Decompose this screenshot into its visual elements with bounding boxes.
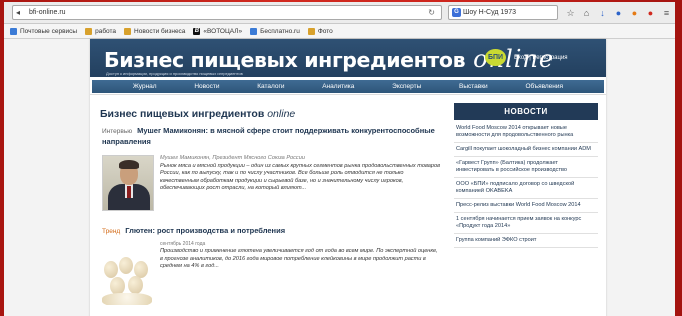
star-icon[interactable]: ☆: [566, 8, 575, 18]
bookmark-item[interactable]: B «ВОТОЦАЛ»: [193, 27, 243, 35]
bookmark-item[interactable]: Новости бизнеса: [124, 27, 186, 35]
article-meta: Мушег Мамиконян, Президент Мясного Союза…: [160, 155, 305, 161]
page-title-suffix: online: [267, 108, 296, 120]
nav-item-catalogs[interactable]: Каталоги: [257, 83, 284, 90]
page-icon: [250, 27, 258, 35]
article-title-link[interactable]: Мушег Мамиконян: в мясной сфере стоит по…: [102, 126, 435, 146]
main-nav: Журнал Новости Каталоги Аналитика Экспер…: [90, 77, 606, 95]
login-register-link[interactable]: Вход | Регистрация: [514, 55, 568, 61]
folder-icon: [307, 27, 315, 35]
folder-icon: [85, 27, 93, 35]
address-bar[interactable]: ◂ bfi-online.ru ↻: [12, 5, 442, 20]
article-excerpt: Мушег Мамиконян, Президент Мясного Союза…: [160, 155, 442, 193]
nav-item-news[interactable]: Новости: [194, 83, 219, 90]
bookmark-item[interactable]: Бесплатно.ru: [250, 27, 300, 35]
page-content: Бизнес пищевых ингредиентов online Интер…: [90, 95, 606, 316]
folder-icon: [124, 27, 132, 35]
news-item[interactable]: World Food Moscow 2014 открывает новые в…: [454, 120, 598, 143]
browser-toolbar: ◂ bfi-online.ru ↻ G Шоу Н-Суд 1973 ☆ ⌂ ↓…: [4, 2, 675, 24]
bookmarks-bar: Почтовые сервисы работа Новости бизнеса …: [4, 24, 675, 39]
news-sidebar-title: НОВОСТИ: [454, 103, 598, 120]
bookmark-label: Бесплатно.ru: [260, 27, 300, 35]
bookmark-item[interactable]: Фото: [307, 27, 333, 35]
article2-photo[interactable]: [100, 243, 156, 305]
nav-item-experts[interactable]: Эксперты: [392, 83, 421, 90]
article2-date: сентябрь 2014 года: [160, 241, 206, 247]
site-tagline: Доступ к информации, продукция и произво…: [106, 71, 243, 76]
web-page: Бизнес пищевых ингредиентов online Доступ…: [90, 39, 606, 316]
article2-category[interactable]: Тренд: [102, 228, 120, 235]
article2-headline: Тренд Глютен: рост производства и потребл…: [102, 226, 285, 235]
article-photo[interactable]: [102, 155, 154, 211]
download-icon[interactable]: ↓: [598, 8, 607, 18]
site-header: Бизнес пищевых ингредиентов online Доступ…: [90, 39, 606, 77]
news-sidebar: НОВОСТИ World Food Moscow 2014 открывает…: [454, 103, 598, 248]
news-item[interactable]: Пресс-релиз выставки World Food Moscow 2…: [454, 199, 598, 213]
menu-icon[interactable]: ≡: [662, 8, 671, 18]
address-url: bfi-online.ru: [29, 9, 66, 16]
bpi-badge-icon[interactable]: БПИ: [485, 49, 506, 66]
bookmark-label: Почтовые сервисы: [20, 27, 78, 35]
bookmark-label: работа: [95, 27, 117, 35]
search-box[interactable]: G Шоу Н-Суд 1973: [448, 5, 558, 20]
bookmark-label: Фото: [317, 27, 333, 35]
nav-item-exhibitions[interactable]: Выставки: [459, 83, 488, 90]
bookmark-label: Новости бизнеса: [134, 27, 186, 35]
article-category[interactable]: Интервью: [102, 128, 132, 135]
nav-item-ads[interactable]: Объявления: [525, 83, 563, 90]
article-headline: Интервью Мушег Мамиконян: в мясной сфере …: [102, 126, 442, 147]
reload-icon[interactable]: ↻: [428, 6, 435, 19]
home-icon[interactable]: ⌂: [582, 8, 591, 18]
bookmark-label: «ВОТОЦАЛ»: [203, 27, 243, 35]
news-item[interactable]: 1 сентября начинается прием заявок на ко…: [454, 213, 598, 234]
news-item[interactable]: ООО «БПИ» подписало договор со шведской …: [454, 178, 598, 199]
news-item[interactable]: Cargill покупает шоколадный бизнес компа…: [454, 143, 598, 157]
logo-main-text: Бизнес пищевых ингредиентов: [104, 48, 466, 72]
search-engine-icon: G: [452, 8, 461, 17]
toolbar-icons: ☆ ⌂ ↓ ● ● ● ≡: [566, 6, 671, 20]
adblock-icon[interactable]: ●: [646, 8, 655, 18]
article-text: Рынок мяса и мясной продукции – один из …: [160, 162, 441, 192]
extension-icon[interactable]: ●: [630, 8, 639, 18]
bookmark-item[interactable]: Почтовые сервисы: [10, 27, 78, 35]
bookmark-icon: [10, 27, 17, 35]
article2-title-link[interactable]: Глютен: рост производства и потребления: [125, 226, 285, 235]
news-item[interactable]: «Гарвест Групп» (Балтика) продолжает инв…: [454, 157, 598, 178]
page-title-text: Бизнес пищевых ингредиентов: [100, 108, 265, 120]
article2-excerpt: Производство и применение глютена увелич…: [160, 248, 438, 270]
nav-item-analytics[interactable]: Аналитика: [322, 83, 354, 90]
back-icon[interactable]: ◂: [16, 6, 20, 19]
nav-item-journal[interactable]: Журнал: [133, 83, 157, 90]
news-item[interactable]: Группа компаний ЭФКО строит: [454, 234, 598, 248]
addon-icon[interactable]: ●: [614, 8, 623, 18]
page-title: Бизнес пищевых ингредиентов online: [100, 108, 295, 120]
site-icon: B: [193, 27, 201, 35]
search-value: Шоу Н-Суд 1973: [463, 9, 516, 16]
bookmark-item[interactable]: работа: [85, 27, 117, 35]
